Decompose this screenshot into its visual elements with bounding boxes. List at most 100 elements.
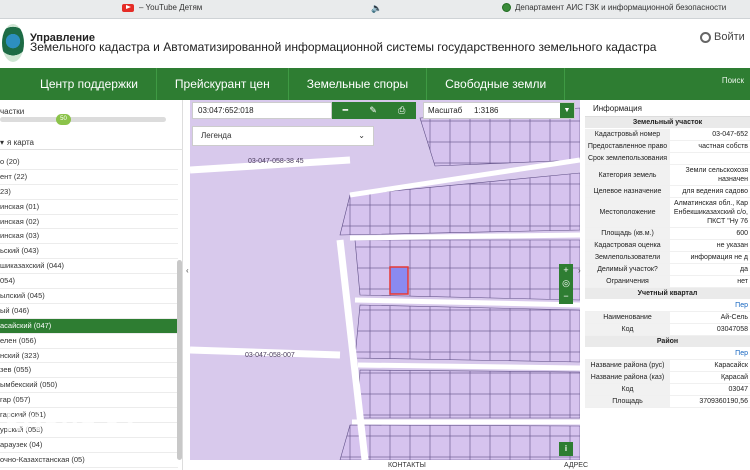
info-value: информация не д <box>690 254 748 261</box>
district-link[interactable]: Пер <box>670 348 750 359</box>
list-item[interactable]: зев (055) <box>0 363 178 379</box>
footer-contacts[interactable]: КОНТАКТЫ <box>388 462 426 469</box>
nav-land-disputes[interactable]: Земельные споры <box>289 68 428 100</box>
info-key <box>585 300 670 311</box>
parcel-block <box>354 304 580 363</box>
watermark: krisha.kz <box>5 405 138 438</box>
tab-youtube[interactable]: – YouTube Детям <box>122 3 202 12</box>
list-item[interactable]: елен (056) <box>0 334 178 349</box>
info-row: Кадастровая оценка не указан <box>585 240 750 252</box>
list-item[interactable]: ьский (043) <box>0 244 178 260</box>
info-value: Ай-Сель <box>720 314 748 321</box>
nav-price-list[interactable]: Прейскурант цен <box>157 68 289 100</box>
info-value: 3709360190,56 <box>699 398 748 405</box>
info-row: Ограничения нет <box>585 276 750 288</box>
nav-support-center[interactable]: Центр поддержки <box>0 68 157 100</box>
zoom-out-button[interactable]: − <box>559 290 573 303</box>
quarter-link[interactable]: Пер <box>670 300 750 311</box>
info-button[interactable]: i <box>559 442 573 456</box>
zoom-controls: + ◎ − <box>559 264 573 304</box>
info-value: для ведения садово <box>682 188 748 195</box>
info-row: Название района (каз) Қарасай <box>585 372 750 384</box>
section-quarter: Учетный квартал <box>585 288 750 300</box>
cadastral-search-input[interactable]: 03:047:652:018 <box>192 102 332 119</box>
info-value: 600 <box>736 230 748 237</box>
nav-free-lands[interactable]: Свободные земли <box>427 68 566 100</box>
list-item[interactable]: инская (01) <box>0 200 178 215</box>
print-icon[interactable]: ⎙ <box>398 105 405 116</box>
info-key: Категория земель <box>585 165 670 185</box>
list-item[interactable]: араузек (04) <box>0 438 178 453</box>
info-row: Код 03047 <box>585 384 750 396</box>
quarter-label-bottom: 03-047-058-007 <box>245 352 295 359</box>
list-item[interactable]: шиказахский (044) <box>0 259 178 275</box>
parcel-block <box>354 239 580 301</box>
chevron-down-icon: ⌄ <box>358 131 365 140</box>
info-value: Қарасай <box>720 374 748 381</box>
list-item[interactable]: 23) <box>0 185 178 200</box>
globe-icon[interactable]: ◎ <box>559 277 573 290</box>
info-value: 03-047-652 <box>712 131 748 138</box>
tab-department[interactable]: Департамент АИС ГЗК и информационной без… <box>502 3 726 12</box>
list-item[interactable]: 054) <box>0 274 178 290</box>
list-item[interactable]: ент (22) <box>0 170 178 185</box>
opacity-slider-track[interactable] <box>0 117 166 122</box>
scale-selector[interactable]: Масштаб 1:3186 ▼ <box>423 102 575 119</box>
nav-search[interactable]: Поиск <box>722 76 744 85</box>
info-row: Пер <box>585 300 750 312</box>
info-value: да <box>740 266 748 273</box>
info-key: Ограничения <box>585 276 670 287</box>
info-value: 03047058 <box>716 326 748 333</box>
info-panel: Информация Земельный участок Кадастровый… <box>585 100 750 470</box>
opacity-label: частки <box>0 107 25 116</box>
info-row: Землепользователи информация не д <box>585 252 750 264</box>
map-type-selector[interactable]: ▾ я карта <box>0 136 183 150</box>
info-row: Срок землепользования <box>585 153 750 165</box>
opacity-slider-knob[interactable]: 50 <box>56 114 71 125</box>
info-row: Местоположение Алматинская обл., Кар Енбе… <box>585 198 750 228</box>
info-key: Делимый участок? <box>585 264 670 275</box>
list-item[interactable]: очно-Казахстанская (05) <box>0 453 178 468</box>
tab-youtube-label: – YouTube Детям <box>139 3 203 12</box>
speaker-icon[interactable]: 🔈 <box>371 3 382 14</box>
legend-dropdown[interactable]: Легенда ⌄ <box>192 126 374 146</box>
list-item[interactable]: ымбекский (050) <box>0 378 178 394</box>
list-item[interactable]: нский (323) <box>0 349 178 364</box>
login-button[interactable]: Войти <box>700 31 745 43</box>
parcel-grid <box>190 107 580 460</box>
road <box>190 156 369 460</box>
info-panel-title: Информация <box>585 100 750 117</box>
cadastral-map[interactable]: 03-047-058-38 45 03-047-058-007 <box>190 100 580 460</box>
info-value: Алматинская обл., Кар Енбекшиказахский с… <box>673 200 748 225</box>
list-item-selected[interactable]: асайский (047) <box>0 318 178 334</box>
info-key: Площадь <box>585 396 670 407</box>
list-item[interactable]: инская (02) <box>0 215 178 230</box>
scale-label: Масштаб <box>428 106 463 115</box>
map-type-label: я карта <box>7 138 34 147</box>
info-key: Наименование <box>585 312 670 323</box>
info-key: Кадастровый номер <box>585 129 670 140</box>
info-row: Категория земель Земли сельскохозя назнач… <box>585 165 750 186</box>
selected-parcel[interactable] <box>389 266 409 295</box>
info-row: Площадь (кв.м.) 600 <box>585 228 750 240</box>
emblem-logo <box>2 24 24 62</box>
list-item[interactable]: ый (046) <box>0 304 178 319</box>
list-item[interactable]: о (20) <box>0 155 178 170</box>
list-item[interactable]: инская (03) <box>0 229 178 245</box>
info-row: Целевое назначение для ведения садово <box>585 186 750 198</box>
user-icon <box>700 31 711 43</box>
list-scrollbar[interactable] <box>177 260 182 460</box>
collapse-left-icon[interactable]: ‹ <box>186 266 189 275</box>
info-value: Земли сельскохозя назначен <box>685 167 748 183</box>
zoom-in-button[interactable]: + <box>559 264 573 277</box>
info-key: Целевое назначение <box>585 186 670 197</box>
collapse-right-icon[interactable]: › <box>578 266 581 275</box>
ruler-icon[interactable]: ━ <box>343 105 348 116</box>
info-value: Карасайск <box>714 362 748 369</box>
chevron-down-icon[interactable]: ▼ <box>560 103 574 118</box>
list-item[interactable]: ылский (045) <box>0 289 178 304</box>
info-row: Наименование Ай-Сель <box>585 312 750 324</box>
footer-address[interactable]: АДРЕС <box>564 462 588 469</box>
pencil-icon[interactable]: ✎ <box>369 105 377 116</box>
info-row: Кадастровый номер 03-047-652 <box>585 129 750 141</box>
